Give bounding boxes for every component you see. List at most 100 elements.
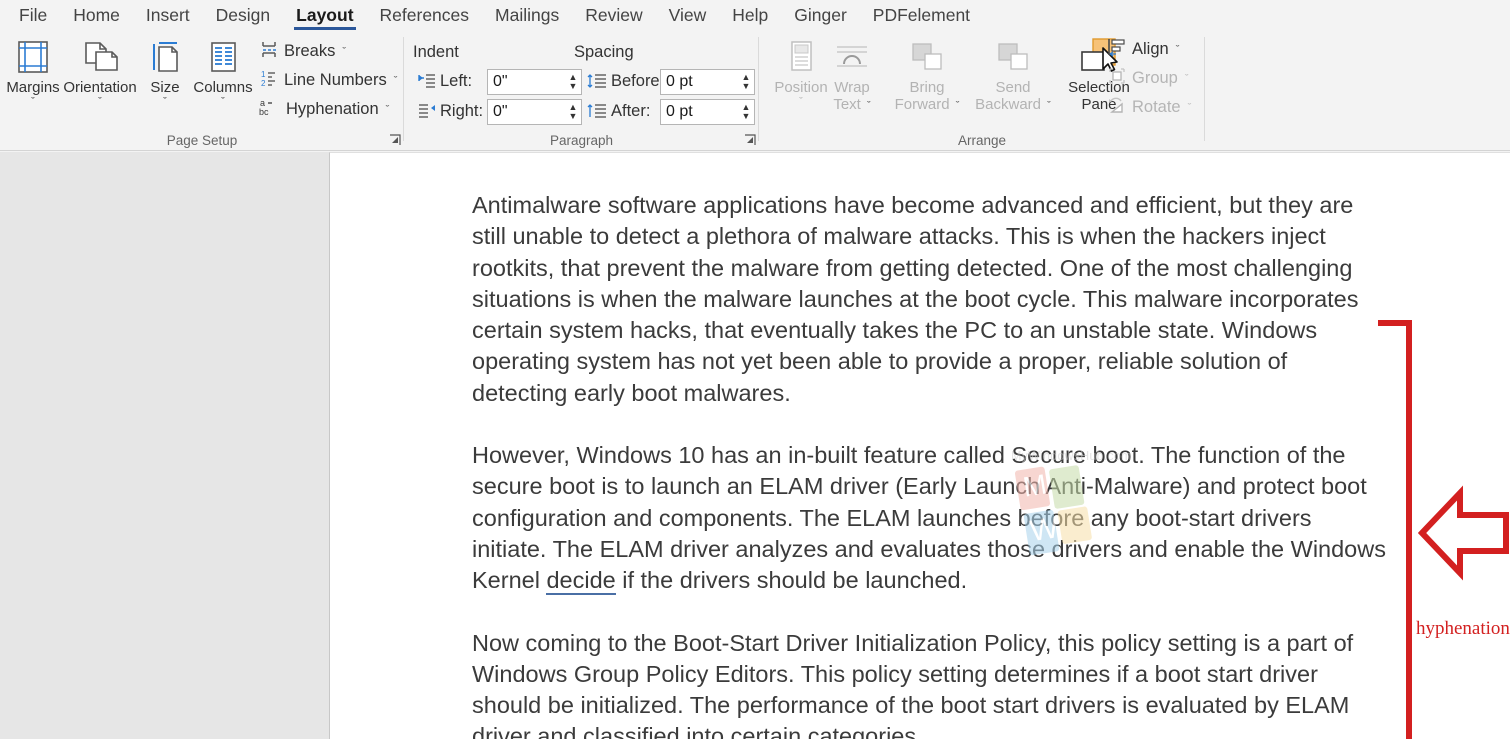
- spacing-after-label: After:: [611, 102, 651, 120]
- tab-file[interactable]: File: [6, 0, 60, 31]
- bring-forward-icon: [881, 35, 973, 79]
- arrange-group-label: Arrange: [957, 133, 1007, 148]
- hyphenation-chevron-down-icon[interactable]: ˇ: [386, 104, 390, 116]
- paragraph-2-after: if the drivers should be launched.: [615, 567, 968, 594]
- send-backward-label: Send: [995, 79, 1031, 96]
- tab-pdfelement[interactable]: PDFelement: [860, 0, 983, 31]
- indent-right-icon: [418, 103, 436, 124]
- align-label: Align: [1132, 40, 1169, 58]
- hyphenation-icon: a bc: [259, 97, 281, 122]
- document-page[interactable]: Antimalware software applications have b…: [329, 152, 1510, 739]
- columns-button[interactable]: Columns ˇ: [190, 35, 256, 108]
- paragraph-dialog-launcher[interactable]: [743, 133, 757, 147]
- align-chevron-down-icon[interactable]: ˇ: [1176, 44, 1180, 56]
- line-numbers-chevron-down-icon[interactable]: ˇ: [394, 75, 398, 87]
- indent-left-icon: [418, 73, 436, 94]
- line-numbers-icon: 1 2: [259, 68, 279, 93]
- wrap-text-label2-text: Text: [833, 96, 861, 113]
- wrap-text-label: Wrap: [834, 79, 870, 96]
- spacing-before-value[interactable]: 0 pt: [661, 73, 738, 91]
- indent-right-label: Right:: [440, 102, 484, 120]
- bring-forward-label2-text: Forward: [894, 96, 950, 113]
- page-setup-dialog-launcher[interactable]: [388, 133, 402, 147]
- tab-ginger[interactable]: Ginger: [781, 0, 860, 31]
- bring-forward-button[interactable]: Bring Forward ˇ: [881, 35, 973, 115]
- breaks-chevron-down-icon[interactable]: ˇ: [342, 46, 346, 58]
- document-workspace: Antimalware software applications have b…: [0, 152, 1510, 739]
- tab-view[interactable]: View: [656, 0, 720, 31]
- tab-mailings[interactable]: Mailings: [482, 0, 572, 31]
- spacing-after-value[interactable]: 0 pt: [661, 103, 738, 121]
- breaks-icon: [259, 39, 279, 64]
- columns-icon: [190, 35, 256, 79]
- size-button[interactable]: Size ˇ: [135, 35, 195, 108]
- group-icon: [1107, 66, 1127, 91]
- spacing-after-spin-arrows[interactable]: ▲ ▼: [738, 100, 754, 124]
- align-icon: [1107, 37, 1127, 62]
- size-icon: [135, 35, 195, 79]
- wrap-text-button[interactable]: Wrap Text ˇ: [824, 35, 880, 115]
- wrap-text-label2: Text ˇ: [824, 96, 880, 115]
- orientation-button[interactable]: Orientation ˇ: [63, 35, 137, 108]
- indent-right-value[interactable]: 0": [488, 103, 565, 121]
- group-label: Group: [1132, 69, 1178, 87]
- indent-right-spin-arrows[interactable]: ▲ ▼: [565, 100, 581, 124]
- rotate-button[interactable]: Rotate ˇ: [1104, 94, 1194, 121]
- send-backward-label2: Backward ˇ: [963, 96, 1063, 115]
- margins-icon: [0, 35, 66, 79]
- margins-button[interactable]: Margins ˇ: [0, 35, 66, 108]
- tab-layout[interactable]: Layout: [283, 0, 366, 31]
- indent-left-label: Left:: [440, 72, 473, 90]
- group-divider: [1204, 37, 1205, 141]
- spacing-before-spin-arrows[interactable]: ▲ ▼: [738, 70, 754, 94]
- rotate-chevron-down-icon[interactable]: ˇ: [1188, 102, 1192, 114]
- group-button[interactable]: Group ˇ: [1104, 65, 1192, 92]
- spacing-after-icon: [587, 103, 607, 124]
- rotate-icon: [1107, 95, 1127, 120]
- tab-review[interactable]: Review: [572, 0, 655, 31]
- columns-caret-icon[interactable]: ˇ: [190, 96, 256, 108]
- indent-left-spin-arrows[interactable]: ▲ ▼: [565, 70, 581, 94]
- tab-home[interactable]: Home: [60, 0, 133, 31]
- spacing-after-stepper[interactable]: 0 pt ▲ ▼: [660, 99, 755, 125]
- size-caret-icon[interactable]: ˇ: [135, 96, 195, 108]
- tab-design[interactable]: Design: [203, 0, 283, 31]
- send-backward-chevron-down-icon[interactable]: ˇ: [1047, 100, 1051, 112]
- align-button[interactable]: Align ˇ: [1104, 36, 1182, 63]
- tab-references[interactable]: References: [367, 0, 483, 31]
- send-backward-button[interactable]: Send Backward ˇ: [963, 35, 1063, 115]
- tab-help[interactable]: Help: [719, 0, 781, 31]
- bring-forward-chevron-down-icon[interactable]: ˇ: [956, 100, 960, 112]
- spacing-before-stepper[interactable]: 0 pt ▲ ▼: [660, 69, 755, 95]
- orientation-caret-icon[interactable]: ˇ: [63, 96, 137, 108]
- breaks-button[interactable]: Breaks ˇ: [256, 38, 349, 65]
- indent-right-stepper[interactable]: 0" ▲ ▼: [487, 99, 582, 125]
- hyphenation-button[interactable]: a bc Hyphenation ˇ: [256, 96, 392, 123]
- hyphenation-label: Hyphenation: [286, 100, 379, 118]
- margins-label: Margins: [6, 79, 60, 96]
- group-page-setup: Margins ˇ Orientation ˇ Size ˇ Columns ˇ…: [0, 31, 404, 151]
- annotation-label: hyphenation: [1416, 618, 1510, 639]
- wrap-text-chevron-down-icon[interactable]: ˇ: [867, 100, 871, 112]
- page-setup-group-label: Page Setup: [166, 133, 238, 148]
- send-backward-label2-text: Backward: [975, 96, 1041, 113]
- columns-label: Columns: [193, 79, 253, 96]
- spacing-before-icon: [587, 73, 607, 94]
- margins-caret-icon[interactable]: ˇ: [0, 96, 66, 108]
- bring-forward-label2: Forward ˇ: [881, 96, 973, 115]
- svg-text:2: 2: [261, 79, 266, 88]
- document-body[interactable]: Antimalware software applications have b…: [472, 190, 1387, 739]
- group-chevron-down-icon[interactable]: ˇ: [1185, 73, 1189, 85]
- breaks-label: Breaks: [284, 42, 336, 60]
- line-numbers-button[interactable]: 1 2 Line Numbers ˇ: [256, 67, 400, 94]
- tab-insert[interactable]: Insert: [133, 0, 203, 31]
- ribbon-tab-bar: File Home Insert Design Layout Reference…: [0, 0, 1510, 31]
- indent-left-stepper[interactable]: 0" ▲ ▼: [487, 69, 582, 95]
- svg-text:1: 1: [261, 70, 266, 79]
- spelling-flagged-word[interactable]: decide: [546, 567, 616, 596]
- size-label: Size: [150, 79, 180, 96]
- wrap-text-icon: [824, 35, 880, 79]
- group-paragraph: Indent Spacing Left: 0" ▲ ▼ Right: 0" ▲ …: [404, 31, 759, 151]
- indent-left-value[interactable]: 0": [488, 73, 565, 91]
- ribbon: Margins ˇ Orientation ˇ Size ˇ Columns ˇ…: [0, 31, 1510, 151]
